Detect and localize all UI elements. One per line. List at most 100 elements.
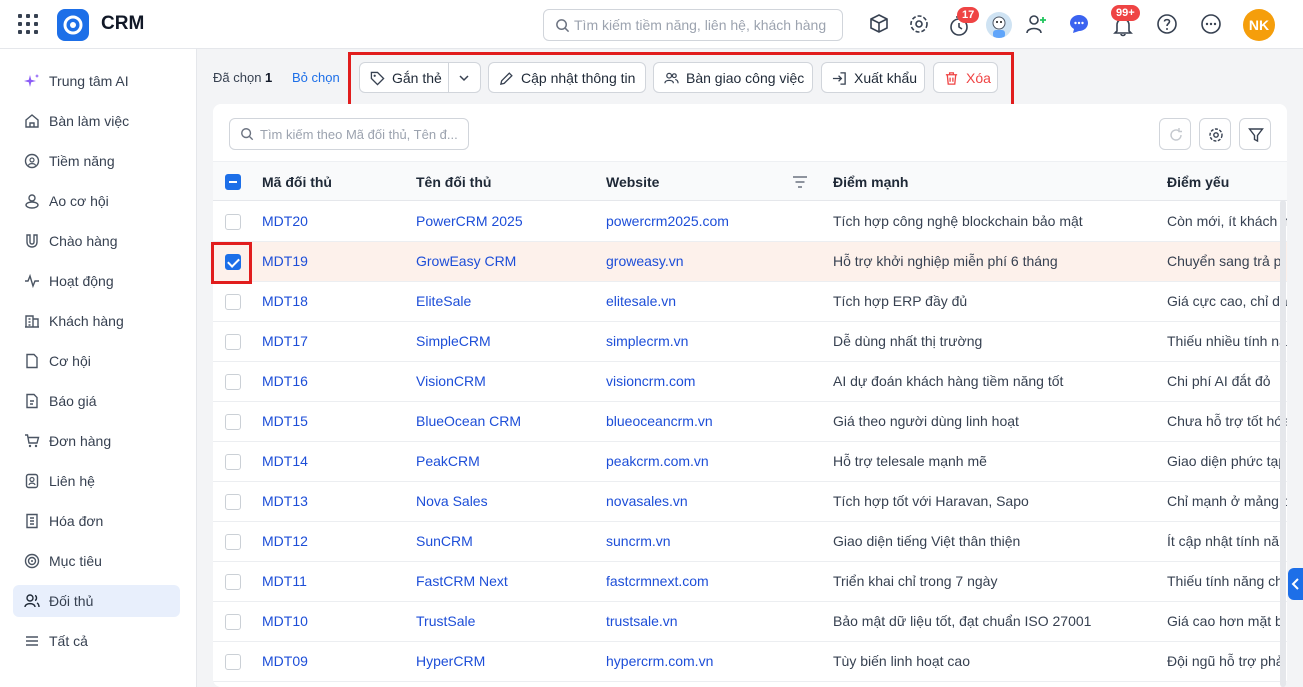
- cell-website[interactable]: suncrm.vn: [606, 533, 826, 549]
- delete-button[interactable]: Xóa: [933, 62, 998, 93]
- cell-website[interactable]: peakcrm.com.vn: [606, 453, 826, 469]
- cell-code[interactable]: MDT17: [262, 333, 402, 349]
- table-row[interactable]: MDT18 EliteSale elitesale.vn Tích hợp ERP đ…: [213, 282, 1287, 322]
- cell-name[interactable]: SunCRM: [416, 533, 596, 549]
- table-search[interactable]: [229, 118, 469, 150]
- cell-code[interactable]: MDT12: [262, 533, 402, 549]
- cell-code[interactable]: MDT18: [262, 293, 402, 309]
- cell-code[interactable]: MDT14: [262, 453, 402, 469]
- sidebar-item-quotes[interactable]: Báo giá: [13, 385, 180, 417]
- sidebar-item-workspace[interactable]: Bàn làm việc: [13, 105, 180, 137]
- sidebar-item-opportunities[interactable]: Cơ hội: [13, 345, 180, 377]
- export-button[interactable]: Xuất khẩu: [821, 62, 925, 93]
- sidebar-item-activities[interactable]: Hoạt động: [13, 265, 180, 297]
- row-checkbox[interactable]: [225, 454, 241, 470]
- column-header-website[interactable]: Website: [606, 174, 659, 190]
- table-settings-button[interactable]: [1199, 118, 1231, 150]
- user-avatar[interactable]: NK: [1243, 9, 1275, 41]
- row-checkbox[interactable]: [225, 534, 241, 550]
- row-checkbox[interactable]: [225, 214, 241, 230]
- row-checkbox[interactable]: [225, 574, 241, 590]
- sidebar-item-competitors[interactable]: Đối thủ: [13, 585, 180, 617]
- select-all-checkbox[interactable]: [225, 174, 241, 190]
- cell-name[interactable]: HyperCRM: [416, 653, 596, 669]
- package-icon[interactable]: [868, 13, 890, 35]
- cell-name[interactable]: EliteSale: [416, 293, 596, 309]
- cell-website[interactable]: visioncrm.com: [606, 373, 826, 389]
- cell-name[interactable]: PeakCRM: [416, 453, 596, 469]
- cell-website[interactable]: powercrm2025.com: [606, 213, 826, 229]
- table-row[interactable]: MDT14 PeakCRM peakcrm.com.vn Hỗ trợ telesal…: [213, 442, 1287, 482]
- row-checkbox[interactable]: [225, 294, 241, 310]
- cell-website[interactable]: elitesale.vn: [606, 293, 826, 309]
- cell-code[interactable]: MDT15: [262, 413, 402, 429]
- side-panel-toggle[interactable]: [1288, 568, 1303, 600]
- table-search-input[interactable]: [260, 119, 464, 149]
- table-row[interactable]: MDT11 FastCRM Next fastcrmnext.com Triển kh…: [213, 562, 1287, 602]
- cell-website[interactable]: trustsale.vn: [606, 613, 826, 629]
- row-checkbox[interactable]: [225, 614, 241, 630]
- cell-name[interactable]: VisionCRM: [416, 373, 596, 389]
- refresh-button[interactable]: [1159, 118, 1191, 150]
- table-row[interactable]: MDT09 HyperCRM hypercrm.com.vn Tùy biến lin…: [213, 642, 1287, 682]
- sidebar-item-ai-center[interactable]: Trung tâm AI: [13, 65, 180, 97]
- sidebar-item-customers[interactable]: Khách hàng: [13, 305, 180, 337]
- table-row[interactable]: MDT19 GrowEasy CRM groweasy.vn Hỗ trợ khởi …: [213, 242, 1287, 282]
- sidebar-item-goals[interactable]: Mục tiêu: [13, 545, 180, 577]
- cell-name[interactable]: BlueOcean CRM: [416, 413, 596, 429]
- row-checkbox[interactable]: [225, 414, 241, 430]
- cell-website[interactable]: hypercrm.com.vn: [606, 653, 826, 669]
- cell-website[interactable]: fastcrmnext.com: [606, 573, 826, 589]
- sidebar-item-orders[interactable]: Đơn hàng: [13, 425, 180, 457]
- cell-code[interactable]: MDT09: [262, 653, 402, 669]
- column-filter-icon[interactable]: [793, 176, 807, 188]
- sidebar-item-offers[interactable]: Chào hàng: [13, 225, 180, 257]
- cell-name[interactable]: SimpleCRM: [416, 333, 596, 349]
- row-checkbox[interactable]: [225, 374, 241, 390]
- column-header-strengths[interactable]: Điểm mạnh: [833, 174, 908, 190]
- cell-website[interactable]: novasales.vn: [606, 493, 826, 509]
- tag-button[interactable]: Gắn thẻ: [360, 63, 448, 92]
- settings-icon[interactable]: [908, 13, 930, 35]
- sidebar-item-leads[interactable]: Tiềm năng: [13, 145, 180, 177]
- help-icon[interactable]: [1156, 13, 1178, 35]
- sidebar-item-all[interactable]: Tất cả: [13, 625, 180, 657]
- cell-code[interactable]: MDT20: [262, 213, 402, 229]
- row-checkbox[interactable]: [225, 654, 241, 670]
- sidebar-item-contacts[interactable]: Liên hệ: [13, 465, 180, 497]
- cell-website[interactable]: groweasy.vn: [606, 253, 826, 269]
- cell-code[interactable]: MDT16: [262, 373, 402, 389]
- cell-code[interactable]: MDT19: [262, 253, 402, 269]
- global-search[interactable]: [543, 9, 843, 41]
- global-search-input[interactable]: [574, 10, 836, 40]
- cell-code[interactable]: MDT13: [262, 493, 402, 509]
- cell-website[interactable]: blueoceancrm.vn: [606, 413, 826, 429]
- table-row[interactable]: MDT10 TrustSale trustsale.vn Bảo mật dữ liệ…: [213, 602, 1287, 642]
- tag-dropdown-button[interactable]: [449, 63, 481, 92]
- add-user-icon[interactable]: [1025, 13, 1047, 35]
- table-row[interactable]: MDT16 VisionCRM visioncrm.com AI dự đoán kh…: [213, 362, 1287, 402]
- unselect-button[interactable]: Bỏ chọn: [292, 70, 340, 85]
- column-header-code[interactable]: Mã đối thủ: [262, 174, 332, 190]
- cell-name[interactable]: TrustSale: [416, 613, 596, 629]
- row-checkbox[interactable]: [225, 334, 241, 350]
- crm-logo-icon[interactable]: [57, 9, 89, 41]
- chat-icon[interactable]: [1068, 13, 1090, 35]
- table-row[interactable]: MDT13 Nova Sales novasales.vn Tích hợp tốt …: [213, 482, 1287, 522]
- update-info-button[interactable]: Cập nhật thông tin: [488, 62, 646, 93]
- table-row[interactable]: MDT15 BlueOcean CRM blueoceancrm.vn Giá the…: [213, 402, 1287, 442]
- sidebar-item-opportunity-pool[interactable]: Ao cơ hội: [13, 185, 180, 217]
- cell-website[interactable]: simplecrm.vn: [606, 333, 826, 349]
- cell-name[interactable]: PowerCRM 2025: [416, 213, 596, 229]
- cell-name[interactable]: Nova Sales: [416, 493, 596, 509]
- cell-code[interactable]: MDT11: [262, 573, 402, 589]
- vertical-scrollbar[interactable]: [1280, 200, 1286, 687]
- row-checkbox[interactable]: [225, 494, 241, 510]
- assistant-avatar-icon[interactable]: [986, 12, 1012, 38]
- more-icon[interactable]: [1200, 13, 1222, 35]
- column-header-weaknesses[interactable]: Điểm yếu: [1167, 174, 1229, 190]
- table-row[interactable]: MDT17 SimpleCRM simplecrm.vn Dễ dùng nhất t…: [213, 322, 1287, 362]
- cell-name[interactable]: FastCRM Next: [416, 573, 596, 589]
- handover-button[interactable]: Bàn giao công việc: [653, 62, 813, 93]
- filter-button[interactable]: [1239, 118, 1271, 150]
